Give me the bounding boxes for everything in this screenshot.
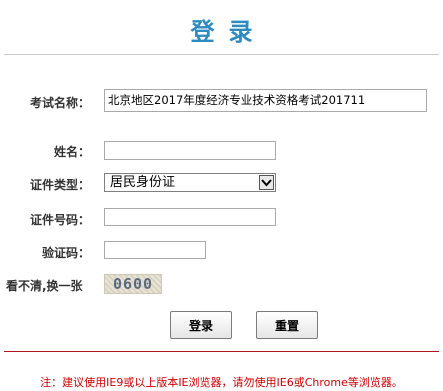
header-divider [4, 54, 439, 55]
exam-name-label: 考试名称： [29, 96, 90, 110]
login-button[interactable]: 登录 [170, 311, 232, 339]
chevron-down-icon[interactable] [259, 175, 274, 190]
footer-divider [4, 351, 439, 352]
captcha-image[interactable]: 0600 [104, 274, 162, 294]
reset-button[interactable]: 重置 [256, 311, 318, 339]
browser-notice: 注：建议使用IE9或以上版本IE浏览器，请勿使用IE6或Chrome等浏览器。 [40, 376, 403, 389]
captcha-input[interactable] [104, 241, 206, 259]
name-label: 姓名： [53, 145, 90, 159]
id-number-input[interactable] [104, 208, 276, 226]
id-type-selected-value: 居民身份证 [110, 175, 176, 190]
id-type-label: 证件类型： [29, 178, 90, 192]
captcha-refresh-link[interactable]: 看不清,换一张 [6, 277, 83, 294]
id-number-label: 证件号码： [29, 213, 90, 227]
id-type-select[interactable]: 居民身份证 [104, 173, 276, 192]
captcha-label: 验证码： [41, 246, 90, 260]
exam-name-field[interactable]: 北京地区2017年度经济专业技术资格考试201711 [104, 89, 427, 112]
page-title: 登录 [190, 18, 267, 46]
name-input[interactable] [104, 141, 276, 160]
